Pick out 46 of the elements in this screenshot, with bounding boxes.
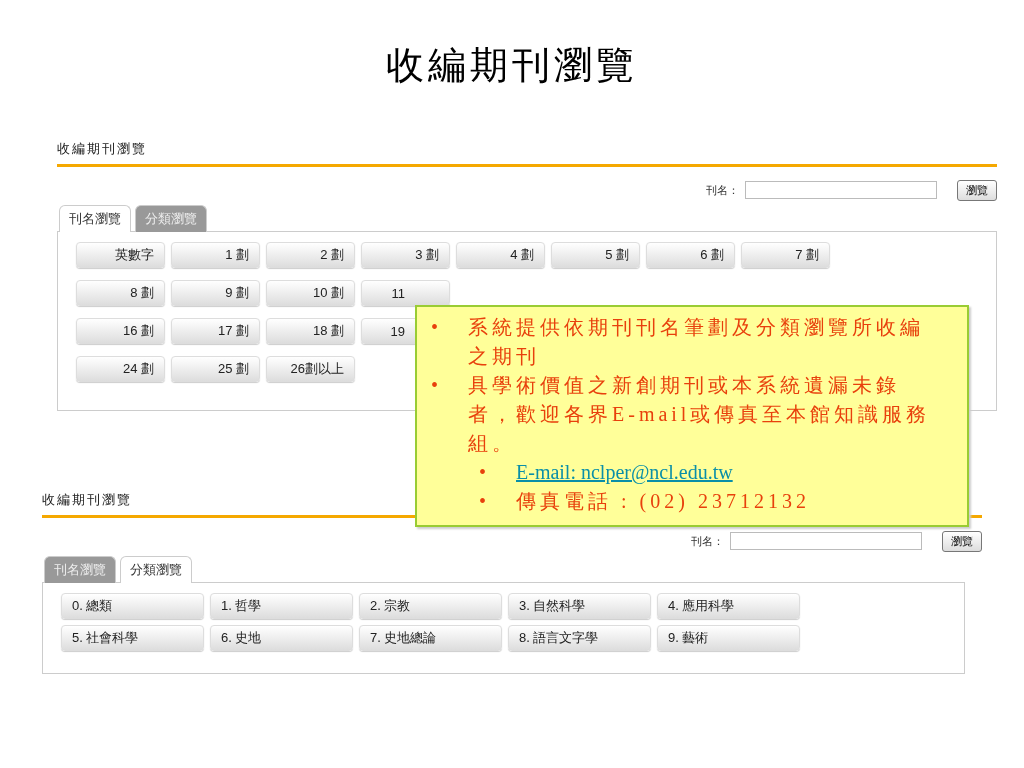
stroke-count-button[interactable]: 10 劃 <box>266 280 355 306</box>
note-text: 具學術價值之新創期刊或本系統遺漏未錄者，歡迎各界E-mail或傳真至本館知識服務組。 <box>468 373 932 456</box>
bullet: • <box>478 489 487 514</box>
stroke-count-button[interactable]: 1 劃 <box>171 242 260 268</box>
search-label: 刊名： <box>706 182 739 198</box>
category-button[interactable]: 7. 史地總論 <box>359 625 502 651</box>
stroke-count-button[interactable]: 26劃以上 <box>266 356 355 382</box>
category-button[interactable]: 6. 史地 <box>210 625 353 651</box>
stroke-count-button[interactable]: 3 劃 <box>361 242 450 268</box>
tab[interactable]: 分類瀏覽 <box>120 556 192 583</box>
bullet: • <box>430 315 439 340</box>
stroke-count-button[interactable]: 6 劃 <box>646 242 735 268</box>
category-button[interactable]: 4. 應用科學 <box>657 593 800 619</box>
category-button[interactable]: 8. 語言文字學 <box>508 625 651 651</box>
browse-button[interactable]: 瀏覽 <box>957 179 997 201</box>
stroke-count-button[interactable]: 17 劃 <box>171 318 260 344</box>
category-button[interactable]: 2. 宗教 <box>359 593 502 619</box>
stroke-count-button[interactable]: 24 劃 <box>76 356 165 382</box>
email-link[interactable]: E-mail: nclper@ncl.edu.tw <box>516 458 733 487</box>
stroke-count-button[interactable]: 4 劃 <box>456 242 545 268</box>
stroke-count-button[interactable]: 9 劃 <box>171 280 260 306</box>
category-button[interactable]: 9. 藝術 <box>657 625 800 651</box>
stroke-count-button[interactable]: 5 劃 <box>551 242 640 268</box>
stroke-count-button[interactable]: 英數字 <box>76 242 165 268</box>
stroke-count-button[interactable]: 16 劃 <box>76 318 165 344</box>
note-text: 系統提供依期刊刊名筆劃及分類瀏覽所收編之期刊 <box>468 315 925 369</box>
stroke-count-button[interactable]: 18 劃 <box>266 318 355 344</box>
category-button[interactable]: 0. 總類 <box>61 593 204 619</box>
search-label: 刊名： <box>691 533 724 549</box>
stroke-count-button[interactable]: 8 劃 <box>76 280 165 306</box>
stroke-count-button[interactable]: 25 劃 <box>171 356 260 382</box>
category-button[interactable]: 5. 社會科學 <box>61 625 204 651</box>
title-search-field[interactable] <box>730 532 922 550</box>
browse-button[interactable]: 瀏覽 <box>942 530 982 552</box>
category-button[interactable]: 3. 自然科學 <box>508 593 651 619</box>
tab[interactable]: 刊名瀏覽 <box>59 205 131 232</box>
bullet: • <box>430 373 439 398</box>
stroke-count-button[interactable]: 7 劃 <box>741 242 830 268</box>
stroke-count-button[interactable]: 2 劃 <box>266 242 355 268</box>
category-button[interactable]: 1. 哲學 <box>210 593 353 619</box>
title-search-field[interactable] <box>745 181 937 199</box>
fax-number: 傳真電話 : (02) 23712132 <box>516 489 810 515</box>
bullet: • <box>478 460 487 485</box>
stroke-count-button[interactable]: 11 <box>361 280 450 306</box>
slide-title: 收編期刊瀏覽 <box>385 43 639 88</box>
section-heading: 收編期刊瀏覽 <box>57 140 997 167</box>
